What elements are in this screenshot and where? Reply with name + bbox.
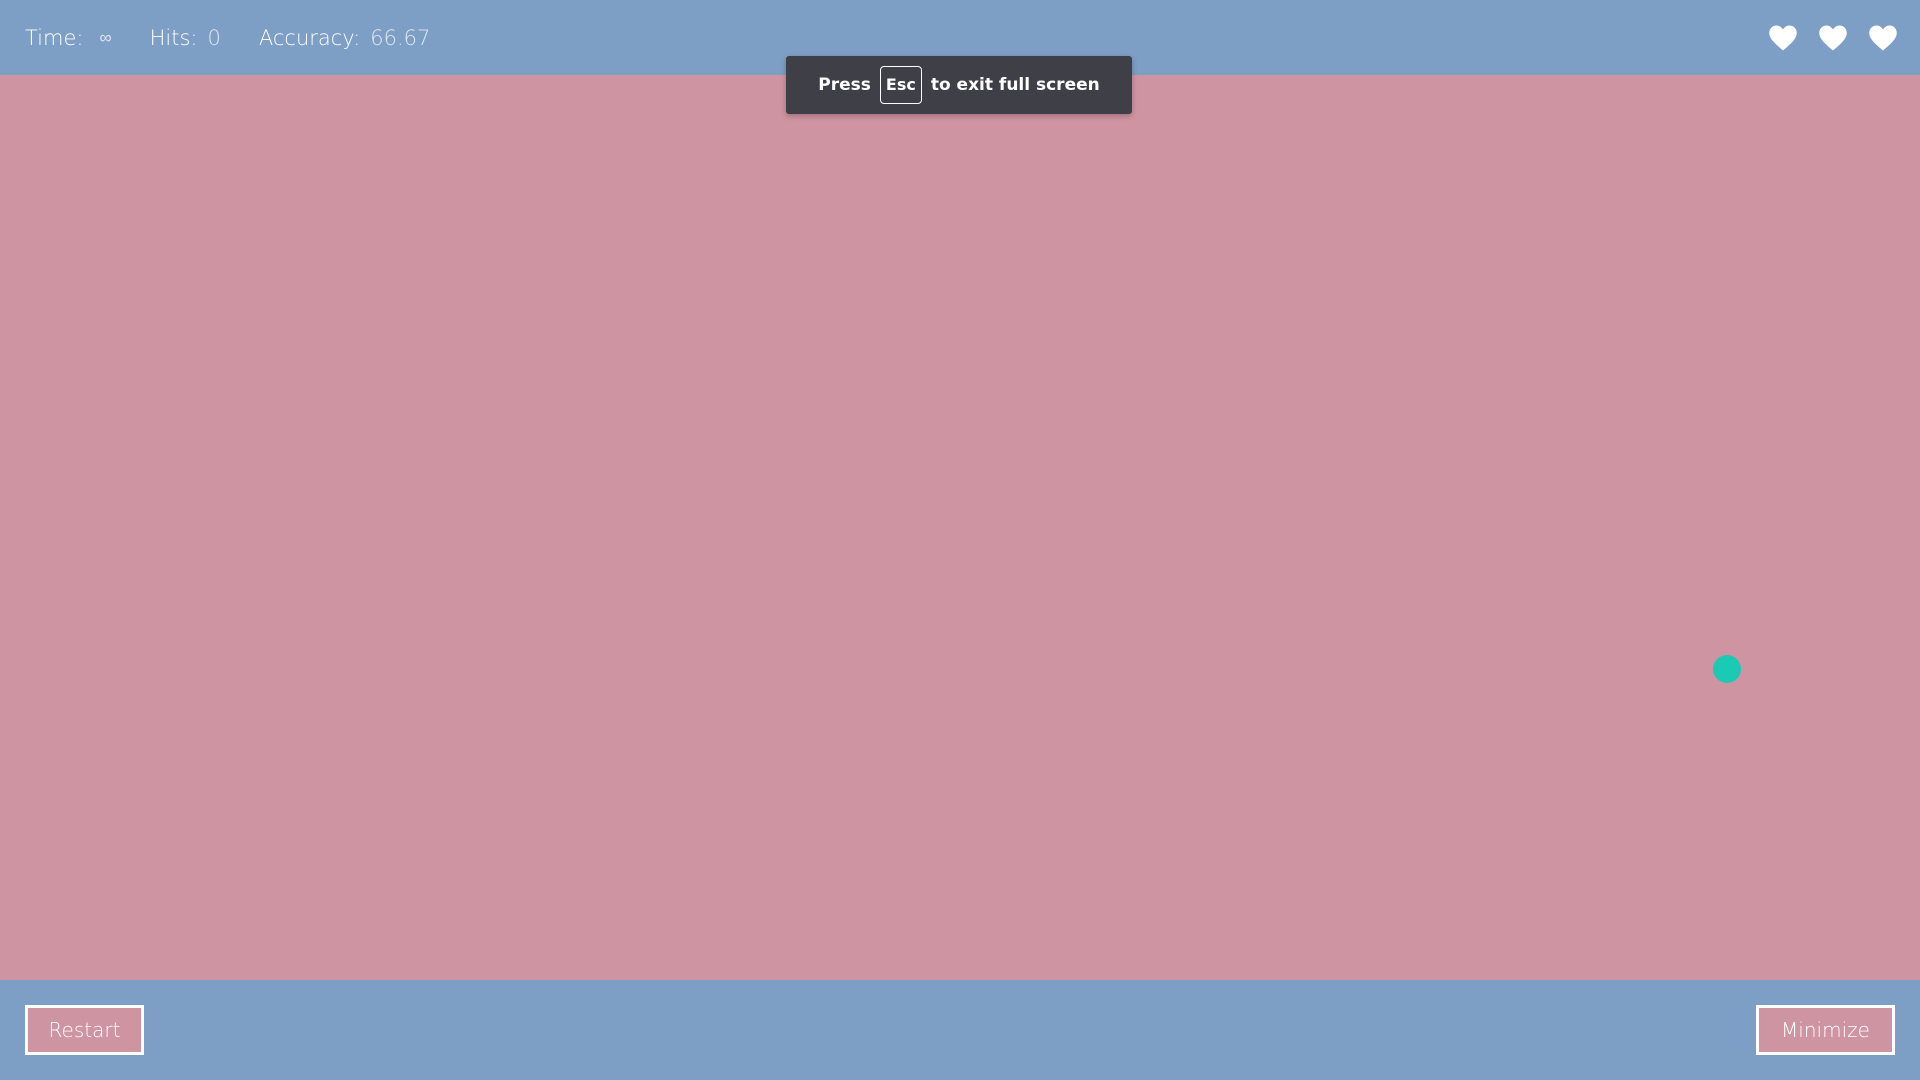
restart-button[interactable]: Restart: [25, 1005, 144, 1055]
hits-value: 0: [207, 25, 221, 50]
bottom-bar: Restart Minimize: [0, 980, 1920, 1080]
minimize-button[interactable]: Minimize: [1756, 1005, 1895, 1055]
accuracy-value: 66.67: [370, 25, 431, 50]
time-value: ∞: [99, 27, 112, 48]
esc-key-badge: Esc: [879, 66, 922, 104]
accuracy-stat: Accuracy: 66.67: [259, 26, 431, 50]
time-label: Time:: [25, 25, 84, 50]
game-screen: Time: ∞ Hits: 0 Accuracy: 66.67 Press Es…: [0, 0, 1920, 1080]
heart-icon: [1819, 25, 1847, 50]
hits-label: Hits:: [149, 25, 198, 50]
heart-icon: [1869, 25, 1897, 50]
hits-stat: Hits: 0: [150, 26, 221, 50]
target-dot[interactable]: [1713, 655, 1741, 683]
lives-indicator: [1748, 0, 1898, 75]
heart-icon: [1769, 25, 1797, 50]
accuracy-label: Accuracy:: [258, 25, 361, 50]
fullscreen-toast: Press Esc to exit full screen: [786, 56, 1132, 114]
toast-suffix: to exit full screen: [930, 75, 1100, 95]
toast-prefix: Press: [818, 75, 871, 95]
time-stat: Time: ∞: [25, 26, 112, 50]
stats-panel: Time: ∞ Hits: 0 Accuracy: 66.67: [25, 0, 468, 75]
